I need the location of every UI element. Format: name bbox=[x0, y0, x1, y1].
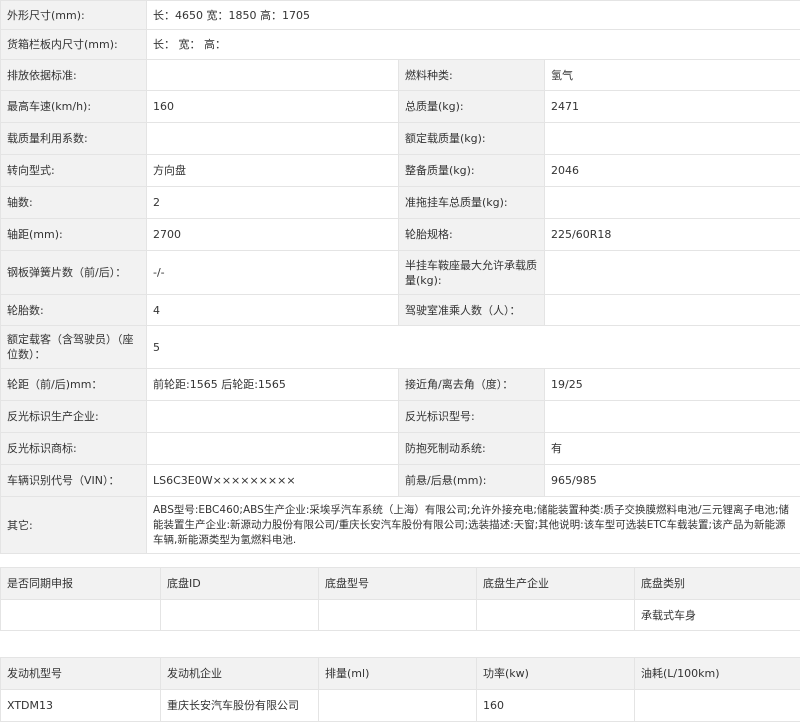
steering-label: 转向型式: bbox=[0, 154, 147, 187]
max-speed-label: 最高车速(km/h): bbox=[0, 90, 147, 123]
saddle-load-value bbox=[543, 250, 800, 295]
spec-row: 车辆识别代号（VIN）： LS6C3E0W××××××××× 前悬/后悬(mm)… bbox=[0, 464, 800, 497]
wheelbase-value: 2700 bbox=[146, 218, 399, 251]
table-row: 承载式车身 bbox=[0, 599, 800, 631]
overhang-value: 965/985 bbox=[543, 464, 800, 497]
cab-passengers-label: 驾驶室准乘人数（人）： bbox=[398, 294, 545, 326]
saddle-load-label: 半挂车鞍座最大允许承载质量(kg): bbox=[398, 250, 545, 295]
engine-cell-power: 160 bbox=[476, 689, 635, 722]
total-mass-label: 总质量(kg): bbox=[398, 90, 545, 123]
engine-cell-displacement bbox=[318, 689, 477, 722]
chassis-header-id: 底盘ID bbox=[160, 567, 319, 600]
vin-label: 车辆识别代号（VIN）： bbox=[0, 464, 147, 497]
axles-value: 2 bbox=[146, 186, 399, 219]
load-util-value bbox=[146, 122, 399, 155]
engine-header-maker: 发动机企业 bbox=[160, 657, 319, 690]
reflector-maker-value bbox=[146, 400, 399, 433]
other-label: 其它: bbox=[0, 496, 147, 554]
dimensions-label: 外形尺寸(mm): bbox=[0, 0, 147, 30]
chassis-header-type: 底盘类别 bbox=[634, 567, 800, 600]
rated-load-label: 额定载质量(kg): bbox=[398, 122, 545, 155]
cargo-box-value: 长： 宽： 高： bbox=[145, 29, 800, 60]
reflector-model-value bbox=[543, 400, 800, 433]
spec-row: 轴距(mm): 2700 轮胎规格: 225/60R18 bbox=[0, 218, 800, 251]
spec-row: 转向型式: 方向盘 整备质量(kg): 2046 bbox=[0, 154, 800, 187]
engine-header-model: 发动机型号 bbox=[0, 657, 161, 690]
curb-mass-label: 整备质量(kg): bbox=[398, 154, 545, 187]
tire-count-label: 轮胎数: bbox=[0, 294, 147, 326]
spec-row: 反光标识生产企业: 反光标识型号: bbox=[0, 400, 800, 433]
rated-passengers-label: 额定载客（含驾驶员）（座位数）： bbox=[0, 325, 147, 369]
table-row: XTDM13 重庆长安汽车股份有限公司 160 bbox=[0, 689, 800, 722]
engine-header-row: 发动机型号 发动机企业 排量(ml) 功率(kw) 油耗(L/100km) bbox=[0, 657, 800, 690]
rated-passengers-value: 5 bbox=[145, 325, 800, 369]
chassis-header-sync: 是否同期申报 bbox=[0, 567, 161, 600]
reflector-brand-value bbox=[146, 432, 399, 465]
other-value: ABS型号:EBC460;ABS生产企业:采埃孚汽车系统（上海）有限公司;允许外… bbox=[145, 496, 800, 554]
spec-row: 排放依据标准: 燃料种类: 氢气 bbox=[0, 59, 800, 91]
approach-angle-label: 接近角/离去角（度）： bbox=[398, 368, 545, 401]
dimensions-value: 长：4650 宽：1850 高：1705 bbox=[145, 0, 800, 30]
fuel-type-value: 氢气 bbox=[543, 59, 800, 91]
track-value: 前轮距:1565 后轮距:1565 bbox=[146, 368, 399, 401]
cab-passengers-value bbox=[543, 294, 800, 326]
chassis-cell-maker bbox=[476, 599, 635, 631]
engine-table: 发动机型号 发动机企业 排量(ml) 功率(kw) 油耗(L/100km) XT… bbox=[0, 657, 800, 722]
vin-value: LS6C3E0W××××××××× bbox=[146, 464, 399, 497]
chassis-cell-sync bbox=[0, 599, 161, 631]
chassis-header-maker: 底盘生产企业 bbox=[476, 567, 635, 600]
reflector-model-label: 反光标识型号: bbox=[398, 400, 545, 433]
reflector-brand-label: 反光标识商标: bbox=[0, 432, 147, 465]
load-util-label: 载质量利用系数: bbox=[0, 122, 147, 155]
max-speed-value: 160 bbox=[146, 90, 399, 123]
spec-row-other: 其它: ABS型号:EBC460;ABS生产企业:采埃孚汽车系统（上海）有限公司… bbox=[0, 496, 800, 554]
overhang-label: 前悬/后悬(mm): bbox=[398, 464, 545, 497]
rated-load-value bbox=[543, 122, 800, 155]
abs-label: 防抱死制动系统: bbox=[398, 432, 545, 465]
chassis-cell-model bbox=[318, 599, 477, 631]
engine-cell-maker: 重庆长安汽车股份有限公司 bbox=[160, 689, 319, 722]
total-mass-value: 2471 bbox=[543, 90, 800, 123]
curb-mass-value: 2046 bbox=[543, 154, 800, 187]
emission-std-label: 排放依据标准: bbox=[0, 59, 147, 91]
spec-row: 轮距（前/后)mm： 前轮距:1565 后轮距:1565 接近角/离去角（度）：… bbox=[0, 368, 800, 401]
spec-row-cargo-box: 货箱栏板内尺寸(mm): 长： 宽： 高： bbox=[0, 29, 800, 60]
spec-row-rated-passengers: 额定载客（含驾驶员）（座位数）： 5 bbox=[0, 325, 800, 369]
tire-count-value: 4 bbox=[146, 294, 399, 326]
engine-header-power: 功率(kw) bbox=[476, 657, 635, 690]
chassis-cell-type: 承载式车身 bbox=[634, 599, 800, 631]
chassis-header-model: 底盘型号 bbox=[318, 567, 477, 600]
spec-row: 最高车速(km/h): 160 总质量(kg): 2471 bbox=[0, 90, 800, 123]
trailer-mass-label: 准拖挂车总质量(kg): bbox=[398, 186, 545, 219]
leaf-springs-label: 钢板弹簧片数（前/后）： bbox=[0, 250, 147, 295]
track-label: 轮距（前/后)mm： bbox=[0, 368, 147, 401]
engine-header-fuel: 油耗(L/100km) bbox=[634, 657, 800, 690]
reflector-maker-label: 反光标识生产企业: bbox=[0, 400, 147, 433]
chassis-header-row: 是否同期申报 底盘ID 底盘型号 底盘生产企业 底盘类别 bbox=[0, 567, 800, 600]
chassis-table: 是否同期申报 底盘ID 底盘型号 底盘生产企业 底盘类别 承载式车身 bbox=[0, 567, 800, 631]
wheelbase-label: 轴距(mm): bbox=[0, 218, 147, 251]
chassis-cell-id bbox=[160, 599, 319, 631]
spec-row: 轮胎数: 4 驾驶室准乘人数（人）： bbox=[0, 294, 800, 326]
spec-row: 载质量利用系数: 额定载质量(kg): bbox=[0, 122, 800, 155]
steering-value: 方向盘 bbox=[146, 154, 399, 187]
spec-row: 反光标识商标: 防抱死制动系统: 有 bbox=[0, 432, 800, 465]
spec-row-dimensions: 外形尺寸(mm): 长：4650 宽：1850 高：1705 bbox=[0, 0, 800, 30]
axles-label: 轴数: bbox=[0, 186, 147, 219]
cargo-box-label: 货箱栏板内尺寸(mm): bbox=[0, 29, 147, 60]
emission-std-value bbox=[146, 59, 399, 91]
spec-row: 轴数: 2 准拖挂车总质量(kg): bbox=[0, 186, 800, 219]
engine-header-displacement: 排量(ml) bbox=[318, 657, 477, 690]
engine-cell-fuel bbox=[634, 689, 800, 722]
tire-spec-label: 轮胎规格: bbox=[398, 218, 545, 251]
fuel-type-label: 燃料种类: bbox=[398, 59, 545, 91]
spec-row: 钢板弹簧片数（前/后）： -/- 半挂车鞍座最大允许承载质量(kg): bbox=[0, 250, 800, 295]
tire-spec-value: 225/60R18 bbox=[543, 218, 800, 251]
spec-table: 外形尺寸(mm): 长：4650 宽：1850 高：1705 货箱栏板内尺寸(m… bbox=[0, 0, 800, 554]
approach-angle-value: 19/25 bbox=[543, 368, 800, 401]
engine-cell-model: XTDM13 bbox=[0, 689, 161, 722]
abs-value: 有 bbox=[543, 432, 800, 465]
leaf-springs-value: -/- bbox=[146, 250, 399, 295]
trailer-mass-value bbox=[543, 186, 800, 219]
